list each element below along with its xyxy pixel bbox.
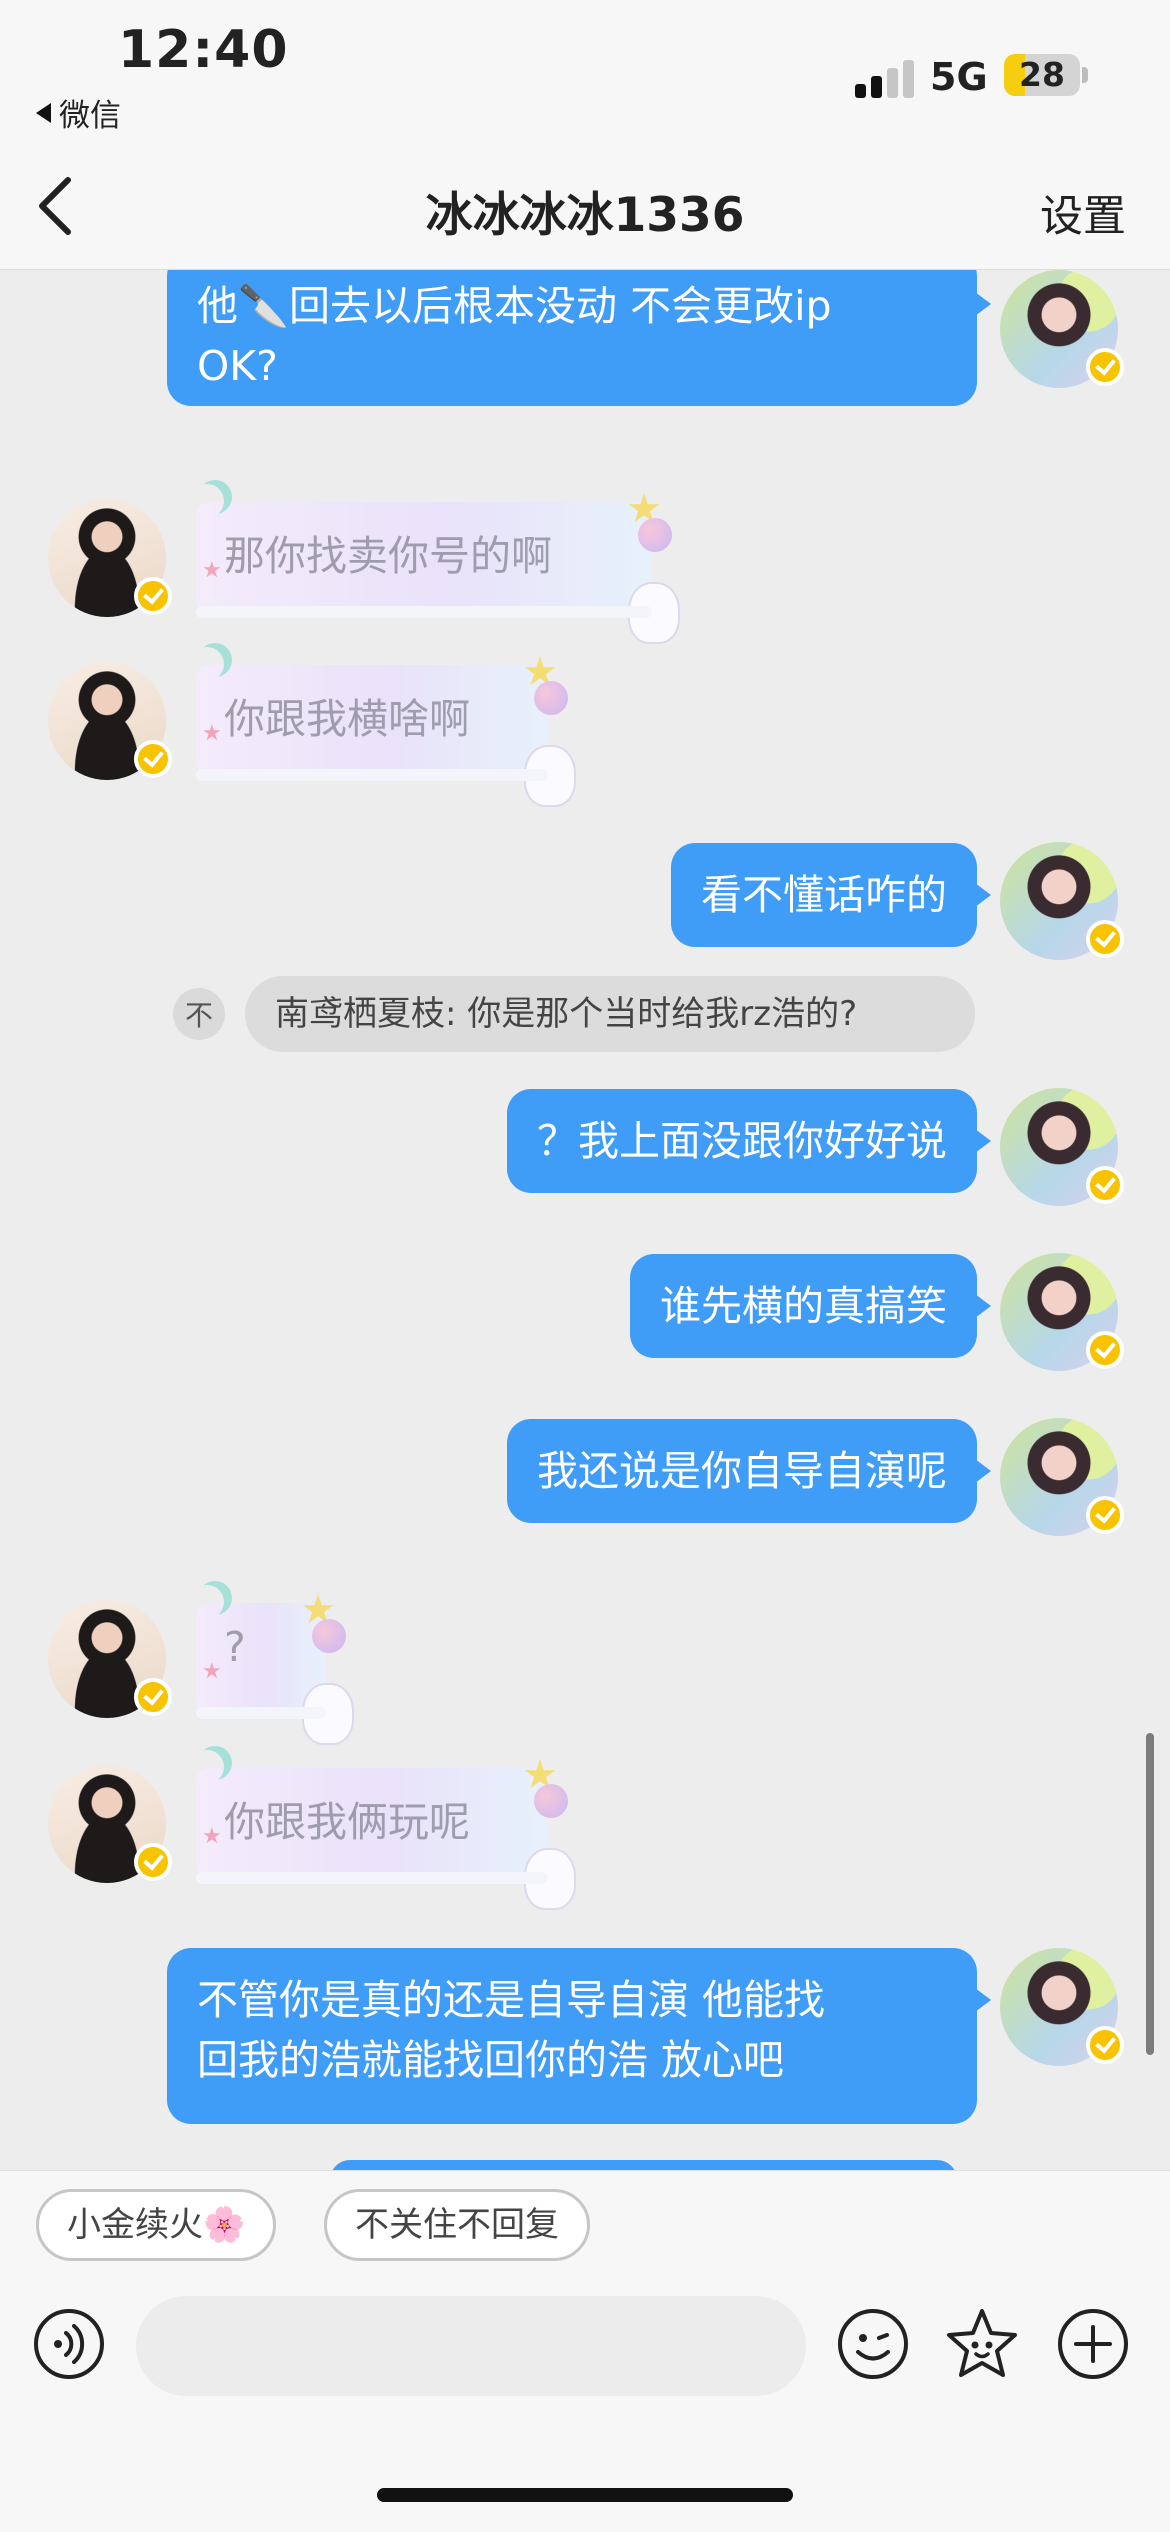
- quick-reply-label: 小金续火: [67, 2205, 203, 2245]
- add-icon[interactable]: [1056, 2307, 1130, 2381]
- verified-badge-icon: [134, 1843, 172, 1881]
- sticker-text: 你跟我横啥啊: [224, 695, 470, 743]
- contact-avatar[interactable]: [48, 1765, 172, 1883]
- star-small-icon: ★: [202, 558, 222, 583]
- chat-title: 冰冰冰冰1336: [425, 188, 745, 243]
- moon-icon: [190, 484, 224, 518]
- message-line: 谁先横的真搞笑: [660, 1282, 947, 1330]
- my-avatar[interactable]: [1000, 270, 1124, 388]
- moon-icon: [190, 1585, 224, 1619]
- verified-badge-icon: [1086, 2026, 1124, 2064]
- contact-avatar[interactable]: [48, 1600, 172, 1718]
- recall-icon: 不: [173, 988, 225, 1040]
- verified-badge-icon: [134, 577, 172, 615]
- settings-button[interactable]: 设置: [1040, 182, 1126, 244]
- message-bubble-outgoing[interactable]: 不管你是真的还是自导自演 他能找 回我的浩就能找回你的浩 放心吧: [167, 1948, 991, 2124]
- star-small-icon: ★: [202, 1659, 222, 1684]
- scrollbar[interactable]: [1146, 1733, 1154, 2055]
- message-bubble-partial: [330, 2160, 957, 2170]
- back-app-label: 微信: [59, 98, 121, 134]
- message-line: ？我上面没跟你好好说: [537, 1117, 947, 1165]
- message-line: 回我的浩就能找回你的浩 放心吧: [197, 2036, 785, 2084]
- verified-badge-icon: [1086, 1331, 1124, 1369]
- sticker-message[interactable]: 那你找卖你号的啊 ★ ★: [196, 486, 680, 644]
- balloon-icon: [638, 518, 672, 552]
- sticker-message[interactable]: ? ★ ★: [196, 1587, 354, 1745]
- quick-reply-label: 不关住不回复: [355, 2205, 559, 2245]
- verified-badge-icon: [1086, 1166, 1124, 1204]
- message-line: 我还说是你自导自演呢: [537, 1447, 947, 1495]
- sticker-message[interactable]: 你跟我俩玩呢 ★ ★: [196, 1752, 576, 1910]
- battery-level: 28: [1019, 55, 1065, 94]
- chat-area[interactable]: 他🔪回去以后根本没动 不会更改ip OK? 那你找卖你号的啊 ★ ★ 你跟我横啥…: [0, 270, 1170, 2170]
- sticker-text: 你跟我俩玩呢: [224, 1798, 470, 1846]
- back-button[interactable]: [30, 170, 90, 240]
- star-small-icon: ★: [202, 1824, 222, 1849]
- verified-badge-icon: [134, 740, 172, 778]
- my-avatar[interactable]: [1000, 1253, 1124, 1371]
- emoji-icon[interactable]: [836, 2307, 910, 2381]
- top-bar: 12:40 微信 5G 28 冰冰冰冰1336 设置: [0, 0, 1170, 270]
- balloon-icon: [312, 1619, 346, 1653]
- sticker-text: 那你找卖你号的啊: [224, 532, 552, 580]
- balloon-icon: [534, 681, 568, 715]
- message-input[interactable]: [136, 2296, 806, 2396]
- message-bubble-outgoing[interactable]: 看不懂话咋的: [671, 843, 991, 947]
- back-chevron-icon: [39, 177, 71, 235]
- my-avatar[interactable]: [1000, 842, 1124, 960]
- input-area: 小金续火🌸 不关住不回复: [0, 2170, 1170, 2532]
- message-bubble-outgoing[interactable]: 谁先横的真搞笑: [630, 1254, 991, 1358]
- moon-icon: [190, 1750, 224, 1784]
- battery-tip: [1082, 67, 1088, 83]
- verified-badge-icon: [1086, 348, 1124, 386]
- status-time: 12:40: [118, 20, 289, 80]
- balloon-icon: [534, 1784, 568, 1818]
- message-line: 看不懂话咋的: [701, 871, 947, 919]
- recall-notice[interactable]: 南鸢栖夏枝: 你是那个当时给我rz浩的?: [245, 976, 975, 1052]
- contact-avatar[interactable]: [48, 499, 172, 617]
- contact-avatar[interactable]: [48, 662, 172, 780]
- star-face-icon[interactable]: [945, 2307, 1019, 2381]
- my-avatar[interactable]: [1000, 1088, 1124, 1206]
- message-line: OK?: [197, 342, 278, 390]
- verified-badge-icon: [134, 1678, 172, 1716]
- quick-reply-chip[interactable]: 小金续火🌸: [36, 2189, 277, 2261]
- back-triangle-icon: [36, 102, 51, 123]
- message-bubble-outgoing[interactable]: ？我上面没跟你好好说: [507, 1089, 991, 1193]
- message-bubble-outgoing[interactable]: 他🔪回去以后根本没动 不会更改ip OK?: [167, 270, 991, 406]
- sticker-message[interactable]: 你跟我横啥啊 ★ ★: [196, 649, 576, 807]
- quick-reply-chip[interactable]: 不关住不回复: [324, 2189, 590, 2261]
- my-avatar[interactable]: [1000, 1948, 1124, 2066]
- star-small-icon: ★: [202, 721, 222, 746]
- network-label: 5G: [930, 55, 988, 99]
- message-line: 他🔪回去以后根本没动 不会更改ip: [197, 282, 832, 330]
- flower-icon: 🌸: [203, 2205, 246, 2245]
- message-bubble-outgoing[interactable]: 我还说是你自导自演呢: [507, 1419, 991, 1523]
- moon-icon: [190, 647, 224, 681]
- my-avatar[interactable]: [1000, 1418, 1124, 1536]
- home-indicator[interactable]: [377, 2488, 793, 2502]
- sticker-text: ?: [224, 1623, 246, 1671]
- message-line: 不管你是真的还是自导自演 他能找: [197, 1976, 826, 2024]
- verified-badge-icon: [1086, 920, 1124, 958]
- voice-icon[interactable]: [32, 2307, 106, 2381]
- back-to-app-link[interactable]: 微信: [36, 90, 121, 135]
- signal-icon: [855, 58, 915, 98]
- battery-icon: 28: [1004, 54, 1080, 96]
- verified-badge-icon: [1086, 1496, 1124, 1534]
